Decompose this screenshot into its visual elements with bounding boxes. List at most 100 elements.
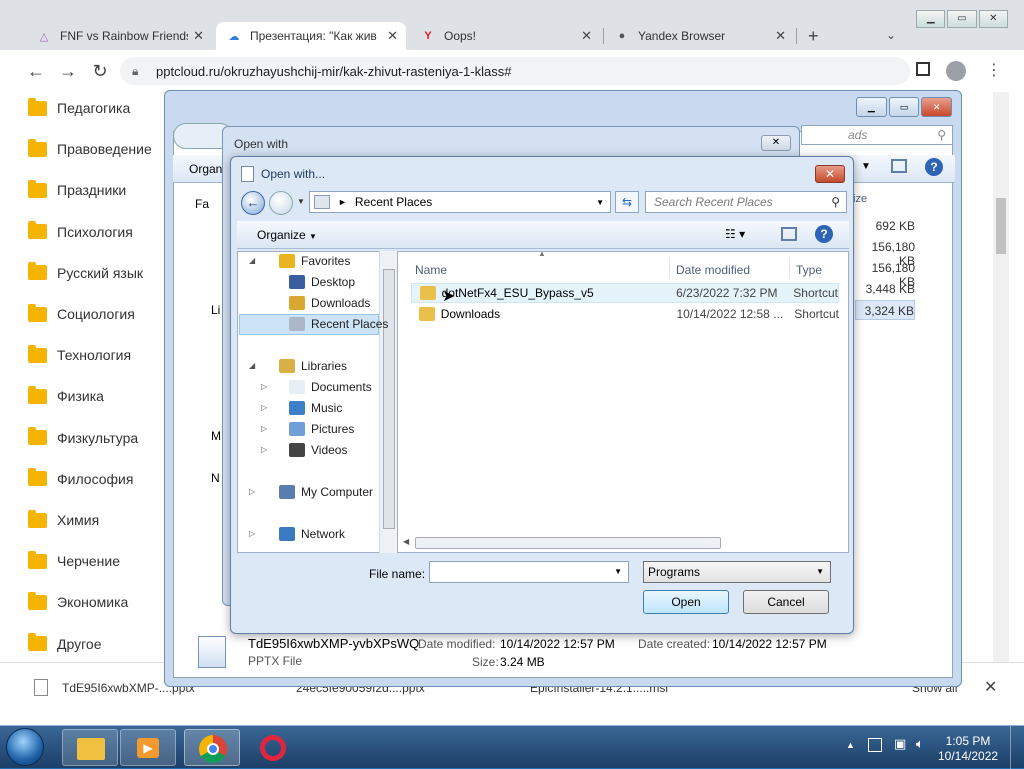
maximize-icon[interactable]: ▭ (947, 10, 977, 28)
category-item[interactable]: Философия (28, 468, 133, 489)
tree-item-desktop[interactable]: Desktop (289, 272, 355, 292)
maximize-icon[interactable]: ▭ (888, 97, 920, 117)
horizontal-scrollbar[interactable] (415, 537, 721, 549)
tab-presentation[interactable]: ☁ Презентация: "Как жив ✕ (216, 22, 406, 50)
category-item[interactable]: Социология (28, 303, 135, 324)
expand-arrow-icon[interactable]: ▷ (261, 403, 267, 412)
tab-yandex-browser[interactable]: ● Yandex Browser ✕ (604, 22, 794, 50)
tree-item-music[interactable]: Music (289, 398, 342, 418)
action-center-icon[interactable] (868, 738, 882, 752)
breadcrumb[interactable]: ► Recent Places ▼ (309, 191, 611, 213)
open-button[interactable]: Open (643, 590, 729, 614)
filename-input[interactable]: ▼ (429, 561, 629, 583)
category-item[interactable]: Химия (28, 509, 99, 530)
tree-item-documents[interactable]: Documents (289, 377, 372, 397)
back-icon[interactable]: ← (24, 59, 48, 83)
category-item[interactable]: Физкультура (28, 427, 138, 448)
chevron-down-icon[interactable]: ⌄ (886, 28, 896, 42)
expand-arrow-icon[interactable]: ▷ (261, 445, 267, 454)
nav-pane-scrollbar[interactable] (379, 251, 397, 553)
category-item[interactable]: Экономика (28, 591, 128, 612)
close-icon[interactable]: ✕ (761, 135, 791, 151)
name-column-header[interactable]: Name (415, 263, 447, 277)
close-tab-icon[interactable]: ✕ (581, 28, 592, 44)
help-icon[interactable]: ? (815, 225, 833, 243)
category-item[interactable]: Физика (28, 385, 104, 406)
bg-organize-button[interactable]: Organ (189, 162, 222, 176)
tree-item-videos[interactable]: Videos (289, 440, 347, 460)
close-icon[interactable]: ✕ (921, 97, 953, 117)
close-tab-icon[interactable]: ✕ (193, 28, 204, 44)
chrome-taskbar-icon[interactable] (184, 729, 240, 766)
tree-item-recent-places[interactable]: Recent Places (289, 314, 388, 334)
tree-item-libraries[interactable]: Libraries (279, 356, 347, 376)
scroll-left-icon[interactable]: ◀ (403, 537, 409, 546)
show-hidden-icons[interactable]: ▲ (846, 740, 855, 750)
back-arrow-icon[interactable]: ← (241, 191, 265, 215)
close-tab-icon[interactable]: ✕ (387, 28, 398, 44)
expand-arrow-icon[interactable]: ▷ (261, 382, 267, 391)
preview-pane-icon[interactable] (891, 159, 907, 173)
file-row[interactable]: dotNetFx4_ESU_Bypass_v5 6/23/2022 7:32 PM… (411, 283, 839, 303)
category-item[interactable]: Другое (28, 633, 101, 654)
expand-arrow-icon[interactable]: ▷ (249, 487, 255, 496)
close-tab-icon[interactable]: ✕ (775, 28, 786, 44)
recent-pages-chevron-icon[interactable]: ▼ (297, 197, 305, 206)
category-item[interactable]: Правоведение (28, 138, 152, 159)
tree-item-favorites[interactable]: Favorites (279, 251, 350, 271)
file-type-select[interactable]: Programs ▼ (643, 561, 831, 583)
close-dialog-icon[interactable]: ✕ (815, 165, 845, 183)
start-button-icon[interactable] (6, 728, 44, 766)
tab-oops[interactable]: Y Oops! ✕ (410, 22, 600, 50)
tree-item-my-computer[interactable]: My Computer (279, 482, 373, 502)
help-icon[interactable]: ? (925, 158, 943, 176)
date-column-header[interactable]: Date modified (676, 263, 750, 277)
category-item[interactable]: Психология (28, 221, 133, 242)
column-divider[interactable] (789, 257, 790, 279)
new-tab-icon[interactable]: + (808, 26, 819, 47)
category-item[interactable]: Русский язык (28, 262, 143, 283)
file-row[interactable]: Downloads 10/14/2022 12:58 ... Shortcut (411, 304, 839, 324)
expand-arrow-icon[interactable]: ▷ (249, 529, 255, 538)
reload-icon[interactable]: ↻ (88, 59, 112, 83)
address-dropdown-icon[interactable]: ▼ (596, 198, 604, 207)
scrollbar-thumb[interactable] (996, 198, 1006, 254)
category-item[interactable]: Технология (28, 344, 131, 365)
tree-item-pictures[interactable]: Pictures (289, 419, 354, 439)
clock[interactable]: 1:05 PM 10/14/2022 (938, 734, 998, 764)
forward-icon[interactable]: → (56, 59, 80, 83)
media-player-taskbar-icon[interactable]: ▶ (120, 729, 176, 766)
search-recent-places-input[interactable]: Search Recent Places ⚲ (645, 191, 847, 213)
show-desktop-button[interactable] (1010, 726, 1024, 769)
tree-item-network[interactable]: Network (279, 524, 345, 544)
category-item[interactable]: Черчение (28, 550, 120, 571)
forward-arrow-icon[interactable] (269, 191, 293, 215)
profile-avatar-icon[interactable] (946, 61, 966, 81)
expand-arrow-icon[interactable]: ◢ (249, 361, 255, 370)
minimize-icon[interactable]: ▁ (856, 97, 887, 117)
scrollbar-thumb[interactable] (383, 269, 395, 529)
size-column-header[interactable]: ize (853, 193, 867, 205)
type-column-header[interactable]: Type (796, 263, 822, 277)
column-divider[interactable] (669, 257, 670, 279)
side-panel-icon[interactable] (916, 62, 930, 76)
view-options-icon[interactable]: ☷ ▾ (725, 227, 745, 241)
close-icon[interactable]: ✕ (978, 10, 1008, 28)
volume-icon[interactable]: 🔈︎ (916, 736, 924, 752)
close-download-bar-icon[interactable]: ✕ (984, 677, 997, 697)
cancel-button[interactable]: Cancel (743, 590, 829, 614)
expand-arrow-icon[interactable]: ▷ (261, 424, 267, 433)
opera-taskbar-icon[interactable] (246, 729, 302, 766)
network-icon[interactable]: ▣ (894, 736, 906, 752)
address-bar[interactable]: 🔒︎ pptcloud.ru/okruzhayushchij-mir/kak-z… (120, 57, 910, 85)
page-scrollbar[interactable] (993, 92, 1009, 662)
filename-dropdown-icon[interactable]: ▼ (614, 562, 622, 582)
category-item[interactable]: Праздники (28, 179, 126, 200)
organize-button[interactable]: Organize ▼ (257, 228, 317, 242)
tree-item-downloads[interactable]: Downloads (289, 293, 370, 313)
minimize-icon[interactable]: ▁ (916, 10, 946, 28)
refresh-icon[interactable]: ⇆ (615, 191, 639, 213)
views-dropdown-icon[interactable]: ▼ (861, 161, 871, 172)
bg-search-input[interactable]: ads ⚲ (801, 125, 953, 145)
category-item[interactable]: Педагогика (28, 97, 130, 118)
